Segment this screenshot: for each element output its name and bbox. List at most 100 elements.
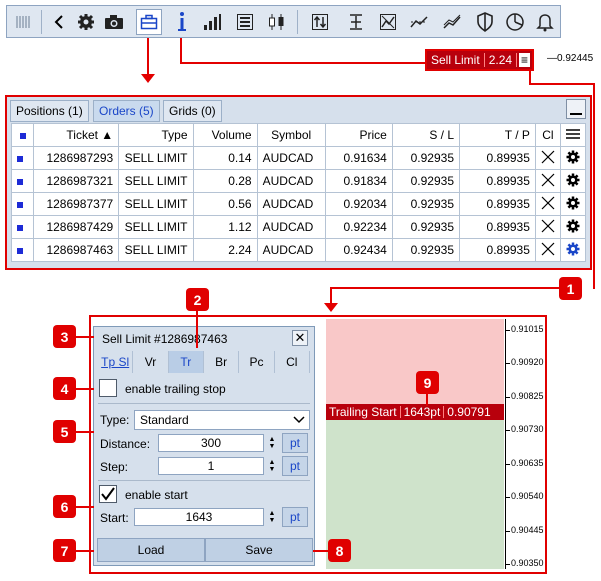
close-order-button[interactable] (534, 215, 561, 239)
gear-icon[interactable] (73, 9, 99, 35)
row-select[interactable] (10, 169, 35, 193)
spin-up-icon[interactable]: ▲ (269, 459, 276, 466)
load-button[interactable]: Load (97, 538, 205, 562)
annotation-line (180, 62, 428, 64)
tab-grids[interactable]: Grids (0) (163, 100, 222, 122)
list-icon[interactable] (232, 9, 258, 35)
sort-arrows-icon[interactable] (307, 9, 333, 35)
cell-sl: 0.92935 (391, 192, 461, 216)
info-icon[interactable] (169, 9, 195, 35)
pie-icon[interactable] (502, 9, 528, 35)
tab-orders[interactable]: Orders (5) (93, 100, 160, 122)
level-icon[interactable] (343, 9, 369, 35)
spin-down-icon[interactable]: ▼ (269, 517, 276, 524)
distance-stepper[interactable]: ▲ ▼ (266, 434, 278, 452)
save-button[interactable]: Save (205, 538, 313, 562)
column-type[interactable]: Type (118, 123, 194, 147)
column-close[interactable]: Cl (534, 123, 561, 147)
briefcase-icon[interactable] (136, 9, 162, 35)
table-row[interactable]: 1286987463 SELL LIMIT 2.24 AUDCAD 0.92434 0.9… (10, 238, 587, 262)
annotation-line (330, 287, 560, 289)
order-settings-dialog: Sell Limit #1286987463 ✕ Tp Sl Vr Tr Br Pc Cl… (93, 326, 315, 566)
annotation-line (76, 431, 94, 433)
shield-icon[interactable] (472, 9, 498, 35)
y-axis-label: 0.90635 (511, 457, 544, 468)
start-input[interactable]: 1643 (134, 508, 264, 526)
dialog-tab-tp-sl[interactable]: Tp Sl (98, 351, 134, 373)
spin-down-icon[interactable]: ▼ (269, 466, 276, 473)
column-volume[interactable]: Volume (192, 123, 258, 147)
spin-up-icon[interactable]: ▲ (269, 436, 276, 443)
column-tp[interactable]: T / P (459, 123, 536, 147)
camera-icon[interactable] (101, 9, 127, 35)
trailing-icon[interactable] (439, 9, 465, 35)
start-unit-button[interactable]: pt (282, 507, 308, 527)
cell-type: SELL LIMIT (118, 192, 194, 216)
table-row[interactable]: 1286987377 SELL LIMIT 0.56 AUDCAD 0.92034 0.9… (10, 192, 587, 216)
tag-menu-icon[interactable]: ≡ (519, 53, 531, 67)
close-order-button[interactable] (534, 169, 561, 193)
dialog-tab-vr[interactable]: Vr (133, 351, 169, 373)
grip-icon[interactable] (10, 9, 36, 35)
start-checkbox[interactable] (99, 485, 117, 503)
spin-down-icon[interactable]: ▼ (269, 443, 276, 450)
sell-limit-tag[interactable]: Sell Limit 2.24 ≡ (424, 49, 535, 71)
y-axis-tick (505, 363, 510, 365)
order-settings-button[interactable] (559, 169, 587, 193)
step-stepper[interactable]: ▲ ▼ (266, 457, 278, 475)
column-symbol[interactable]: Symbol (256, 123, 326, 147)
column-price[interactable]: Price (324, 123, 393, 147)
toolbar (6, 5, 561, 38)
type-select[interactable]: Standard (134, 410, 310, 430)
distance-input[interactable]: 300 (158, 434, 264, 452)
column-sl[interactable]: S / L (391, 123, 461, 147)
dialog-tab-br[interactable]: Br (204, 351, 240, 373)
column-menu[interactable] (559, 123, 587, 147)
row-select-icon (17, 179, 23, 185)
trailing-stop-checkbox[interactable] (99, 379, 117, 397)
order-settings-button[interactable] (559, 215, 587, 239)
distance-unit-button[interactable]: pt (282, 433, 308, 453)
table-row[interactable]: 1286987429 SELL LIMIT 1.12 AUDCAD 0.92234 0.9… (10, 215, 587, 239)
close-order-button[interactable] (534, 238, 561, 262)
dialog-tab-tr[interactable]: Tr (168, 351, 204, 373)
toolbar-separator (297, 10, 298, 34)
bell-icon[interactable] (532, 9, 558, 35)
row-select[interactable] (10, 238, 35, 262)
trend-icon[interactable] (406, 9, 432, 35)
close-order-button[interactable] (534, 192, 561, 216)
start-stepper[interactable]: ▲ ▼ (266, 508, 278, 526)
cell-price: 0.92434 (324, 238, 393, 262)
row-select[interactable] (10, 192, 35, 216)
chart-window-icon[interactable] (375, 9, 401, 35)
dialog-tab-pc[interactable]: Pc (239, 351, 275, 373)
dialog-tab-cl[interactable]: Cl (275, 351, 310, 373)
trailing-stop-label: enable trailing stop (125, 382, 226, 396)
trailing-start-line[interactable]: Trailing Start 1643pt 0.90791 (326, 404, 504, 420)
signal-bars-icon[interactable] (199, 9, 225, 35)
row-select[interactable] (10, 215, 35, 239)
back-arrow-icon[interactable] (46, 9, 72, 35)
cell-sl: 0.92935 (391, 146, 461, 170)
step-unit-button[interactable]: pt (282, 456, 308, 476)
column-ticket[interactable]: Ticket ▲ (33, 123, 120, 147)
minimize-button[interactable] (566, 99, 586, 119)
step-input[interactable]: 1 (158, 457, 264, 475)
row-select[interactable] (10, 146, 35, 170)
table-row[interactable]: 1286987321 SELL LIMIT 0.28 AUDCAD 0.91834 0.9… (10, 169, 587, 193)
close-order-button[interactable] (534, 146, 561, 170)
order-settings-button[interactable] (559, 238, 587, 262)
badge-6: 6 (53, 495, 76, 518)
close-icon[interactable]: ✕ (292, 330, 308, 346)
annotation-line (196, 310, 198, 348)
annotation-line (529, 69, 531, 84)
order-settings-button[interactable] (559, 192, 587, 216)
tab-positions[interactable]: Positions (1) (10, 100, 89, 122)
column-select[interactable] (10, 123, 35, 147)
gear-icon (566, 196, 580, 209)
spin-up-icon[interactable]: ▲ (269, 510, 276, 517)
order-settings-button[interactable] (559, 146, 587, 170)
sell-limit-price: —0.92445 (547, 53, 594, 64)
table-row[interactable]: 1286987293 SELL LIMIT 0.14 AUDCAD 0.91634 0.9… (10, 146, 587, 170)
candles-icon[interactable] (264, 9, 290, 35)
